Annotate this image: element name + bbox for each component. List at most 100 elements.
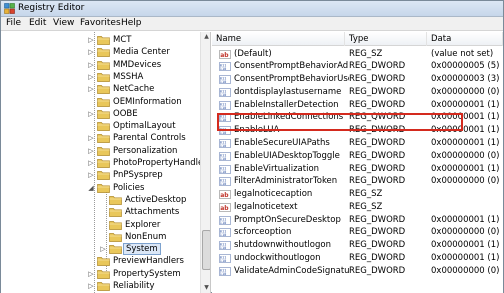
expand-arrow-icon[interactable]: ▷ <box>87 110 95 118</box>
value-name: EnableSecureUIAPaths <box>234 137 330 148</box>
expand-arrow-icon[interactable]: ▷ <box>87 61 95 69</box>
svg-text:110: 110 <box>220 106 227 110</box>
tree-item[interactable]: ActiveDesktop <box>1 194 200 206</box>
registry-value-row[interactable]: ab legalnoticecaption REG_SZ <box>212 188 503 201</box>
registry-value-row[interactable]: 011 110 scforceoption REG_DWORD 0x00000000 (… <box>212 226 503 239</box>
registry-value-row[interactable]: 011 110 dontdisplaylastusername REG_DWORD 0x… <box>212 86 503 99</box>
registry-value-row[interactable]: 011110ConsentPromptBehaviorAdminREG_DWOR… <box>212 60 503 73</box>
expand-arrow-icon <box>87 98 95 106</box>
registry-value-row[interactable]: ab legalnoticetext REG_SZ <box>212 201 503 214</box>
folder-icon <box>109 232 122 242</box>
menu-view[interactable]: View <box>52 18 75 28</box>
expand-arrow-icon[interactable]: ▷ <box>87 270 95 278</box>
value-name: legalnoticetext <box>234 201 298 212</box>
tree-item[interactable]: ▷ MCT <box>1 34 200 46</box>
svg-text:110: 110 <box>220 93 227 97</box>
expand-arrow-icon[interactable]: ▷ <box>87 85 95 93</box>
column-header-data[interactable]: Data <box>427 32 503 46</box>
expand-arrow-icon[interactable]: ▷ <box>87 36 95 44</box>
expand-arrow-icon[interactable]: ▷ <box>87 73 95 81</box>
value-data: 0x00000001 (1) <box>431 137 500 148</box>
expand-arrow-icon <box>99 233 107 241</box>
tree-item[interactable]: ▷ OOBE <box>1 108 200 120</box>
values-list-pane[interactable]: Name Type Data ab (Default) REG_SZ (value n… <box>212 32 503 293</box>
binary-value-icon: 011110 <box>219 88 231 97</box>
tree-item-label: Policies <box>113 182 145 193</box>
string-value-icon: ab <box>219 203 231 212</box>
value-name: EnableInstallerDetection <box>234 99 339 110</box>
svg-text:ab: ab <box>220 205 229 212</box>
menu-help[interactable]: Help <box>120 18 143 28</box>
folder-icon <box>97 134 110 144</box>
value-data: 0x00000000 (0) <box>431 265 500 276</box>
tree-item[interactable]: OptimalLayout <box>1 120 200 132</box>
folder-icon <box>97 60 110 70</box>
registry-value-row[interactable]: 011 110 EnableUIADesktopToggle REG_DWORD 0x0… <box>212 150 503 163</box>
expand-arrow-icon <box>87 122 95 130</box>
collapse-arrow-icon[interactable]: ◢ <box>87 184 95 192</box>
registry-value-row[interactable]: ab (Default) REG_SZ (value not set) <box>212 48 503 61</box>
value-type: REG_DWORD <box>349 252 406 263</box>
svg-text:110: 110 <box>220 80 227 84</box>
tree-item[interactable]: OEMInformation <box>1 96 200 108</box>
tree-item-label: MSSHA <box>113 71 144 82</box>
tree-item[interactable]: ▷ MSSHA <box>1 71 200 83</box>
tree-item[interactable]: ▷ Parental Controls <box>1 132 200 144</box>
expand-arrow-icon[interactable]: ▷ <box>87 171 95 179</box>
tree-item[interactable]: ▷ System <box>1 243 200 256</box>
registry-value-row[interactable]: 011 110 shutdownwithoutlogon REG_DWORD 0x000… <box>212 239 503 252</box>
svg-text:110: 110 <box>220 246 227 250</box>
value-name: legalnoticecaption <box>234 189 313 200</box>
registry-value-row[interactable]: 011 110 FilterAdministratorToken REG_DWORD 0… <box>212 175 503 188</box>
svg-text:ab: ab <box>220 192 229 199</box>
value-data: 0x00000001 (1) <box>431 214 500 225</box>
expand-arrow-icon <box>99 196 107 204</box>
expand-arrow-icon[interactable]: ▷ <box>87 159 95 167</box>
tree-item[interactable]: ▷ PnPSysprep <box>1 169 200 181</box>
value-type: REG_SZ <box>349 201 383 212</box>
registry-value-row[interactable]: 011110ValidateAdminCodeSignaturesREG_DWO… <box>212 265 503 278</box>
folder-icon <box>97 36 110 45</box>
tree-item[interactable]: ▷ Reliability <box>1 280 200 292</box>
scroll-thumb[interactable] <box>202 230 210 270</box>
expand-arrow-icon <box>99 221 107 229</box>
folder-icon <box>109 196 122 205</box>
registry-value-row[interactable]: 011 110 ConsentPromptBehaviorUser REG_DWORD… <box>212 73 503 86</box>
expand-arrow-icon[interactable]: ▷ <box>87 282 95 290</box>
tree-item[interactable]: ▷ Personalization <box>1 145 200 157</box>
value-name: shutdownwithoutlogon <box>234 240 331 251</box>
registry-value-row[interactable]: 011 110 undockwithoutlogon REG_DWORD 0x00000… <box>212 252 503 265</box>
menu-favorites[interactable]: Favorites <box>79 18 122 28</box>
tree-item[interactable]: Attachments <box>1 206 200 218</box>
value-name: dontdisplaylastusername <box>234 86 342 97</box>
tree-item[interactable]: PreviewHandlers <box>1 255 200 267</box>
tree-item[interactable]: ▷ PhotoPropertyHandler <box>1 157 206 169</box>
expand-arrow-icon[interactable]: ▷ <box>87 48 95 56</box>
value-type: REG_DWORD <box>349 61 406 72</box>
registry-value-row[interactable]: 011 110 EnableVirtualization REG_DWORD 0x000… <box>212 163 503 176</box>
tree-item[interactable]: NonEnum <box>1 231 200 243</box>
menu-file[interactable]: File <box>5 18 22 28</box>
tree-item[interactable]: ▷ MMDevices <box>1 59 200 71</box>
column-header-type[interactable]: Type <box>345 32 427 46</box>
tree-item[interactable]: Explorer <box>1 219 200 231</box>
expand-arrow-icon[interactable]: ▷ <box>99 245 107 253</box>
key-tree-pane[interactable]: ▷ MCT ▷ Media Center ▷ MMDevices ▷ MSSHA ▷ NetCac… <box>1 32 211 293</box>
menu-edit[interactable]: Edit <box>28 18 47 28</box>
tree-item[interactable]: ▷ Media Center <box>1 46 200 58</box>
tree-item[interactable]: ▷ NetCache <box>1 83 200 95</box>
registry-value-row[interactable]: 011 110 PromptOnSecureDesktop REG_DWORD 0x00… <box>212 214 503 227</box>
scroll-up-arrow[interactable]: ▲ <box>201 32 210 42</box>
column-header-name[interactable]: Name <box>212 32 345 46</box>
folder-icon <box>97 109 110 119</box>
registry-value-row[interactable]: 011 110 EnableSecureUIAPaths REG_DWORD 0x000… <box>212 137 503 150</box>
tree-item[interactable]: ◢ Policies <box>1 182 200 194</box>
expand-arrow-icon[interactable]: ▷ <box>87 147 95 155</box>
value-name: scforceoption <box>234 227 292 238</box>
scroll-down-arrow[interactable]: ▼ <box>201 283 210 293</box>
expand-arrow-icon[interactable]: ▷ <box>87 134 95 142</box>
tree-scrollbar[interactable]: ▲ ▼ <box>200 32 210 293</box>
registry-value-row[interactable]: 011 110 EnableInstallerDetection REG_DWORD 0… <box>212 99 503 112</box>
svg-text:110: 110 <box>220 221 227 225</box>
tree-item[interactable]: ▷ PropertySystem <box>1 268 200 280</box>
